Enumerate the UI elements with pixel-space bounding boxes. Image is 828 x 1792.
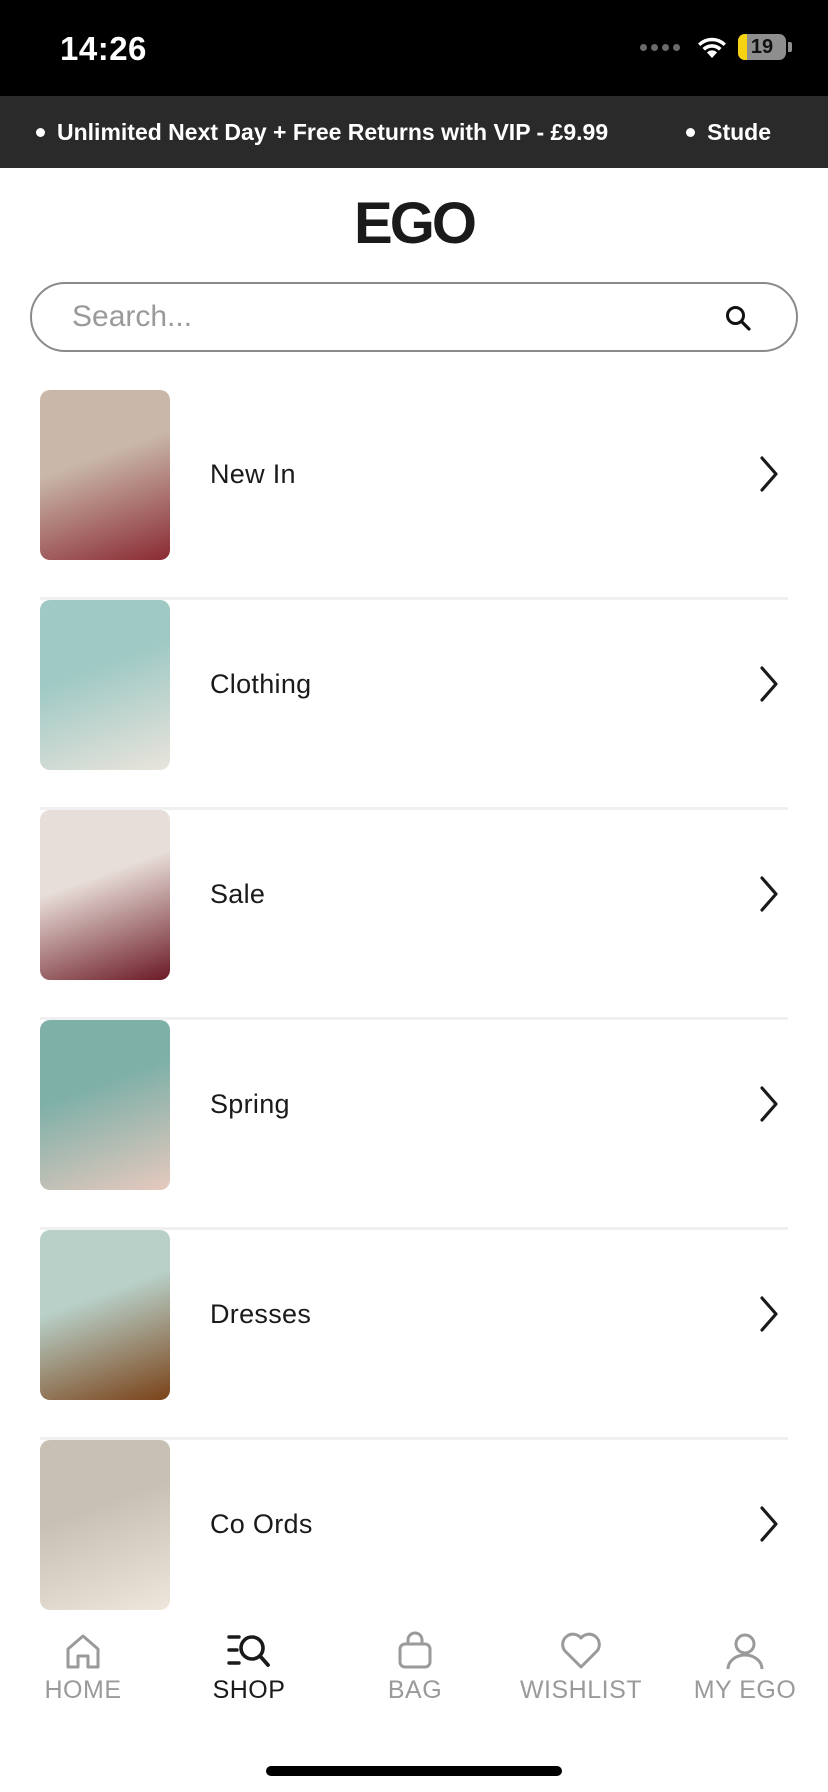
chevron-right-icon [760,1506,778,1542]
category-row-dresses[interactable]: Dresses [40,1230,788,1440]
category-row-new-in[interactable]: New In [40,390,788,600]
battery-body: 19 [738,34,786,60]
battery-level: 19 [750,36,774,58]
tab-label: BAG [387,1676,443,1704]
chevron-right-icon [760,876,778,912]
category-thumbnail [40,600,170,770]
home-icon [66,1634,100,1669]
promo-item: Stude [686,119,771,146]
status-time: 14:26 [60,30,147,67]
category-label: Spring [210,1089,290,1119]
bag-icon [398,1631,432,1669]
category-row-sale[interactable]: Sale [40,810,788,1020]
search-icon[interactable] [724,304,752,332]
tab-label: HOME [44,1676,122,1704]
heart-icon [561,1632,601,1669]
search-bar[interactable] [30,282,798,352]
category-thumbnail [40,1440,170,1610]
user-icon [726,1633,764,1670]
tab-label: WISHLIST [519,1676,643,1704]
app-screen: 14:26 19 Unlimited Next Day + Free Retur… [0,0,828,1792]
home-indicator[interactable] [266,1766,562,1776]
category-label: Clothing [210,669,312,699]
chevron-right-icon [760,666,778,702]
category-label: Dresses [210,1299,312,1329]
bullet-icon [36,127,45,137]
bullet-icon [686,127,696,137]
promo-track: Unlimited Next Day + Free Returns with V… [36,96,771,168]
tab-bag[interactable]: BAG [332,1628,498,1705]
chevron-right-icon [760,1296,778,1332]
chevron-right-icon [760,1086,778,1122]
status-bar: 14:26 19 [0,0,828,96]
category-thumbnail [40,1020,170,1190]
signal-icon [640,43,680,51]
status-indicators: 19 [640,34,792,60]
promo-text: Stude [707,118,772,145]
tab-bar: HOME SHOP BAG WISHLIST MY EGO [0,1610,828,1792]
tab-wishlist[interactable]: WISHLIST [498,1628,664,1705]
category-list: New In Clothing Sale Spring Dresses Co O… [40,390,788,1650]
battery-icon: 19 [738,34,792,60]
battery-nub [788,42,792,52]
tab-home[interactable]: HOME [0,1628,166,1705]
category-label: New In [210,459,296,489]
chevron-right-icon [760,456,778,492]
promo-banner[interactable]: Unlimited Next Day + Free Returns with V… [0,96,828,168]
promo-text: Unlimited Next Day + Free Returns with V… [57,118,609,145]
tab-my-ego[interactable]: MY EGO [662,1628,828,1705]
promo-item: Unlimited Next Day + Free Returns with V… [36,119,608,146]
search-input[interactable] [72,300,692,334]
category-row-clothing[interactable]: Clothing [40,600,788,810]
tab-shop[interactable]: SHOP [166,1628,332,1705]
category-thumbnail [40,1230,170,1400]
category-thumbnail [40,810,170,980]
tab-label: SHOP [212,1676,286,1704]
category-label: Co Ords [210,1509,313,1539]
brand-logo[interactable]: EGO [0,190,828,257]
tab-label: MY EGO [693,1676,797,1704]
wifi-icon [698,37,726,58]
shop-search-icon [227,1635,270,1667]
category-thumbnail [40,390,170,560]
category-row-spring[interactable]: Spring [40,1020,788,1230]
category-label: Sale [210,879,266,909]
